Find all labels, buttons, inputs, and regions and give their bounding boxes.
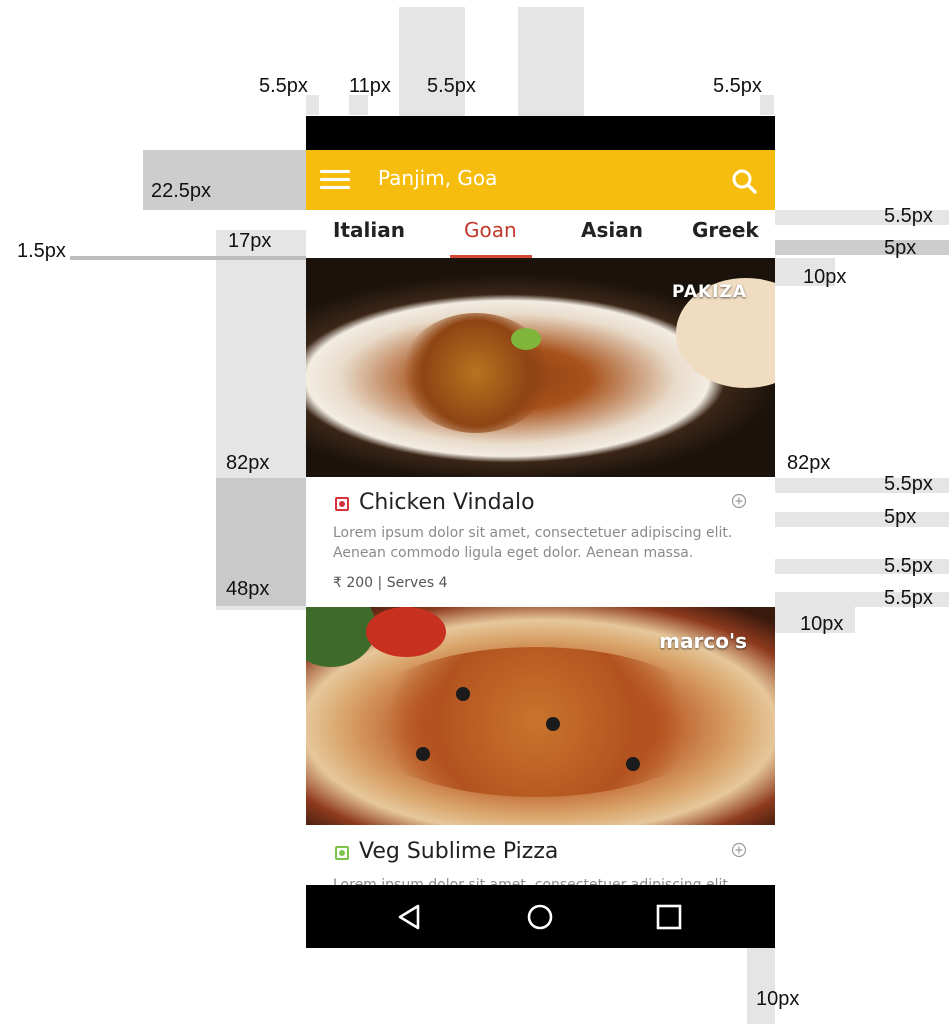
home-circle-icon[interactable] [524,901,556,933]
spec-label: 5.5px [884,473,933,495]
dish-image-detail [356,647,716,797]
status-bar [306,116,775,150]
spec-label: 17px [228,230,272,252]
dish-image[interactable]: marco's [306,607,775,825]
spec-label: 5.5px [884,587,933,609]
spec-label: 5px [884,506,917,528]
dish-description: Lorem ipsum dolor sit amet, consectetuer… [333,877,733,885]
spec-guide [775,240,949,255]
dish-name: Chicken Vindalo [359,490,535,515]
dish-image-detail [626,757,640,771]
restaurant-brand: PAKIZA [671,282,747,302]
dish-name: Veg Sublime Pizza [359,839,559,864]
spec-label: 5.5px [713,75,762,97]
dish-image[interactable]: PAKIZA [306,258,775,477]
app-bar: Panjim, Goa [306,150,775,210]
spec-guide [349,95,368,115]
dish-image-detail [366,607,446,657]
spec-label: 10px [800,613,844,635]
restaurant-brand: marco's [659,629,747,653]
dish-image-detail [511,328,541,350]
dish-image-detail [456,687,470,701]
spec-guide [760,95,774,115]
phone-screen: Panjim, Goa Italian Goan Asian Greek PAK… [306,116,775,948]
dish-description: Lorem ipsum dolor sit amet, consectetuer… [333,525,733,561]
spec-guide [747,512,949,527]
spec-label: 11px [349,75,391,97]
price-and-servings: ₹ 200 | Serves 4 [333,575,448,591]
spec-label: 22.5px [151,180,212,202]
non-veg-icon [335,497,349,511]
back-triangle-icon[interactable] [394,901,426,933]
add-circle-icon[interactable] [731,493,747,509]
dish-image-detail [416,747,430,761]
spec-label: 5.5px [427,75,476,97]
spec-label: 48px [226,578,270,600]
spec-label: 1.5px [17,240,66,262]
recents-square-icon[interactable] [653,901,685,933]
spec-guide [306,95,319,115]
add-circle-icon[interactable] [731,842,747,858]
dish-image-detail [306,607,376,667]
spec-label: 10px [803,266,847,288]
spec-label: 10px [756,988,800,1010]
tab-asian[interactable]: Asian [581,218,643,242]
search-icon[interactable] [731,168,759,196]
spec-guide [70,256,310,260]
tab-italian[interactable]: Italian [333,218,405,242]
spec-label: 82px [226,452,270,474]
tab-goan[interactable]: Goan [464,218,517,242]
veg-icon [335,846,349,860]
category-tabs: Italian Goan Asian Greek [306,210,775,259]
location-title[interactable]: Panjim, Goa [378,166,497,190]
spec-label: 5px [884,237,917,259]
dish-card[interactable]: Chicken Vindalo Lorem ipsum dolor sit am… [306,477,775,607]
spec-label: 5.5px [884,555,933,577]
spec-label: 5.5px [884,205,933,227]
tab-greek[interactable]: Greek [692,218,759,242]
hamburger-menu-icon[interactable] [320,170,352,192]
navigation-bar [306,885,775,948]
spec-label: 5.5px [259,75,308,97]
dish-image-detail [546,717,560,731]
dish-card[interactable]: Veg Sublime Pizza Lorem ipsum dolor sit … [306,825,775,885]
spec-label: 82px [787,452,831,474]
